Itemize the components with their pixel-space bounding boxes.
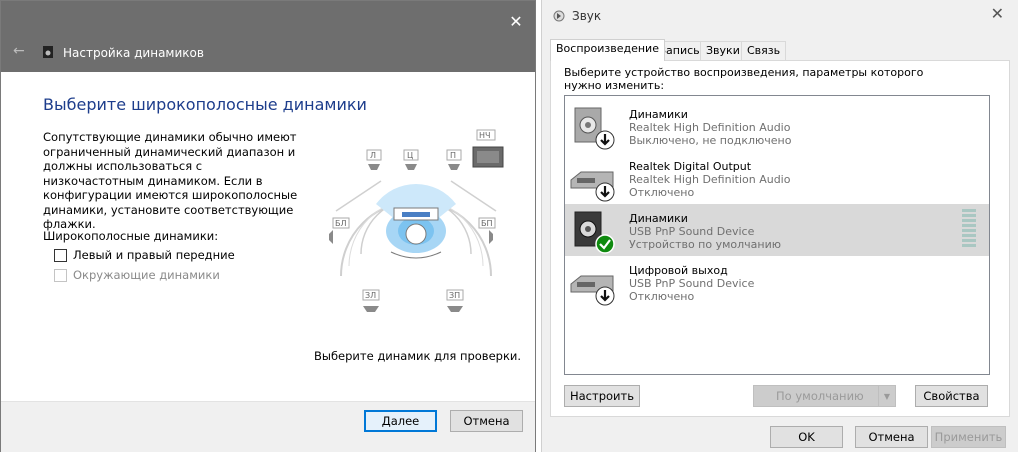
speaker-sr-label: БП <box>481 219 493 228</box>
dialog-title: Звук <box>572 9 602 23</box>
checkbox-box <box>54 268 67 282</box>
sound-dialog: Звук ✕ Воспроизведение Запись Звуки Связ… <box>541 0 1018 452</box>
checkbox-box[interactable] <box>54 248 67 262</box>
speaker-rl-label: ЗЛ <box>365 291 376 300</box>
speaker-layout-diagram: Л Ц П НЧ БЛ БП ЗЛ ЗП <box>329 129 504 312</box>
speaker-center-label: Ц <box>407 151 413 160</box>
surround-speakers-checkbox: Окружающие динамики <box>54 268 220 282</box>
properties-button[interactable]: Свойства <box>915 385 988 407</box>
digital-output-icon <box>570 275 615 306</box>
title-bar <box>1 1 535 72</box>
set-default-label: По умолчанию <box>776 389 864 403</box>
speaker-app-icon <box>43 46 53 58</box>
ok-button[interactable]: OK <box>770 426 843 448</box>
speaker-sl-icon[interactable]: БЛ <box>329 217 350 244</box>
device-driver: Realtek High Definition Audio <box>629 173 791 186</box>
cancel-button[interactable]: Отмена <box>855 426 928 448</box>
speaker-rl-icon[interactable]: ЗЛ <box>362 289 380 312</box>
device-name: Динамики <box>629 212 688 225</box>
speaker-fr-label: П <box>450 151 456 160</box>
close-icon[interactable]: ✕ <box>505 11 527 33</box>
device-name: Цифровой выход <box>629 264 728 277</box>
speaker-rr-label: ЗП <box>449 291 460 300</box>
device-name: Realtek Digital Output <box>629 160 752 173</box>
next-button[interactable]: Далее <box>364 410 437 432</box>
front-speakers-checkbox[interactable]: Левый и правый передние <box>54 248 235 262</box>
device-status: Устройство по умолчанию <box>629 238 782 251</box>
tab-sounds[interactable]: Звуки <box>700 41 746 60</box>
cancel-button[interactable]: Отмена <box>450 410 523 432</box>
speaker-fl-icon[interactable]: Л <box>366 149 382 170</box>
device-status: Выключено, не подключено <box>629 134 792 147</box>
speaker-device-icon <box>574 211 615 254</box>
speaker-sl-label: БЛ <box>335 219 347 228</box>
device-list[interactable]: Динамики Realtek High Definition Audio В… <box>564 95 990 375</box>
apply-button: Применить <box>931 426 1006 448</box>
set-default-button: По умолчанию ▼ <box>753 385 896 407</box>
device-status: Отключено <box>629 290 695 303</box>
speaker-fr-icon[interactable]: П <box>446 149 462 170</box>
close-icon[interactable]: ✕ <box>991 4 1004 23</box>
page-heading: Выберите широкополосные динамики <box>43 95 367 114</box>
test-speaker-hint: Выберите динамик для проверки. <box>314 349 522 363</box>
volume-meter <box>962 209 976 247</box>
device-item[interactable]: Цифровой выход USB PnP Sound Device Откл… <box>565 256 989 308</box>
device-item[interactable]: Realtek Digital Output Realtek High Defi… <box>565 152 989 204</box>
configure-button[interactable]: Настроить <box>564 385 640 407</box>
speaker-device-icon <box>574 107 615 150</box>
sound-app-icon <box>553 10 565 22</box>
window-title: Настройка динамиков <box>63 46 204 60</box>
device-item[interactable]: Динамики Realtek High Definition Audio В… <box>565 100 989 152</box>
speaker-center-icon[interactable]: Ц <box>403 149 419 170</box>
device-item-selected[interactable]: Динамики USB PnP Sound Device Устройство… <box>565 204 989 256</box>
checkbox-label: Левый и правый передние <box>73 248 235 262</box>
device-status: Отключено <box>629 186 695 199</box>
tab-communications[interactable]: Связь <box>741 41 787 60</box>
device-driver: Realtek High Definition Audio <box>629 121 791 134</box>
description-text: Сопутствующие динамики обычно имеют огра… <box>43 130 298 231</box>
back-arrow-icon[interactable]: ← <box>13 43 25 59</box>
checkbox-label: Окружающие динамики <box>73 268 220 282</box>
fullrange-group-label: Широкополосные динамики: <box>43 229 219 243</box>
speaker-fl-label: Л <box>370 151 376 160</box>
device-driver: USB PnP Sound Device <box>629 277 755 290</box>
subwoofer-label: НЧ <box>479 131 491 140</box>
device-driver: USB PnP Sound Device <box>629 225 755 238</box>
tab-playback[interactable]: Воспроизведение <box>550 39 665 61</box>
device-name: Динамики <box>629 108 688 121</box>
chevron-down-icon: ▼ <box>878 386 895 406</box>
digital-output-icon <box>570 171 615 202</box>
subwoofer-icon[interactable]: НЧ <box>472 129 504 168</box>
speaker-rr-icon[interactable]: ЗП <box>446 289 464 312</box>
speaker-setup-window: ✕ ← Настройка динамиков Выберите широкоп… <box>0 0 536 452</box>
instruction-text: Выберите устройство воспроизведения, пар… <box>564 66 924 92</box>
